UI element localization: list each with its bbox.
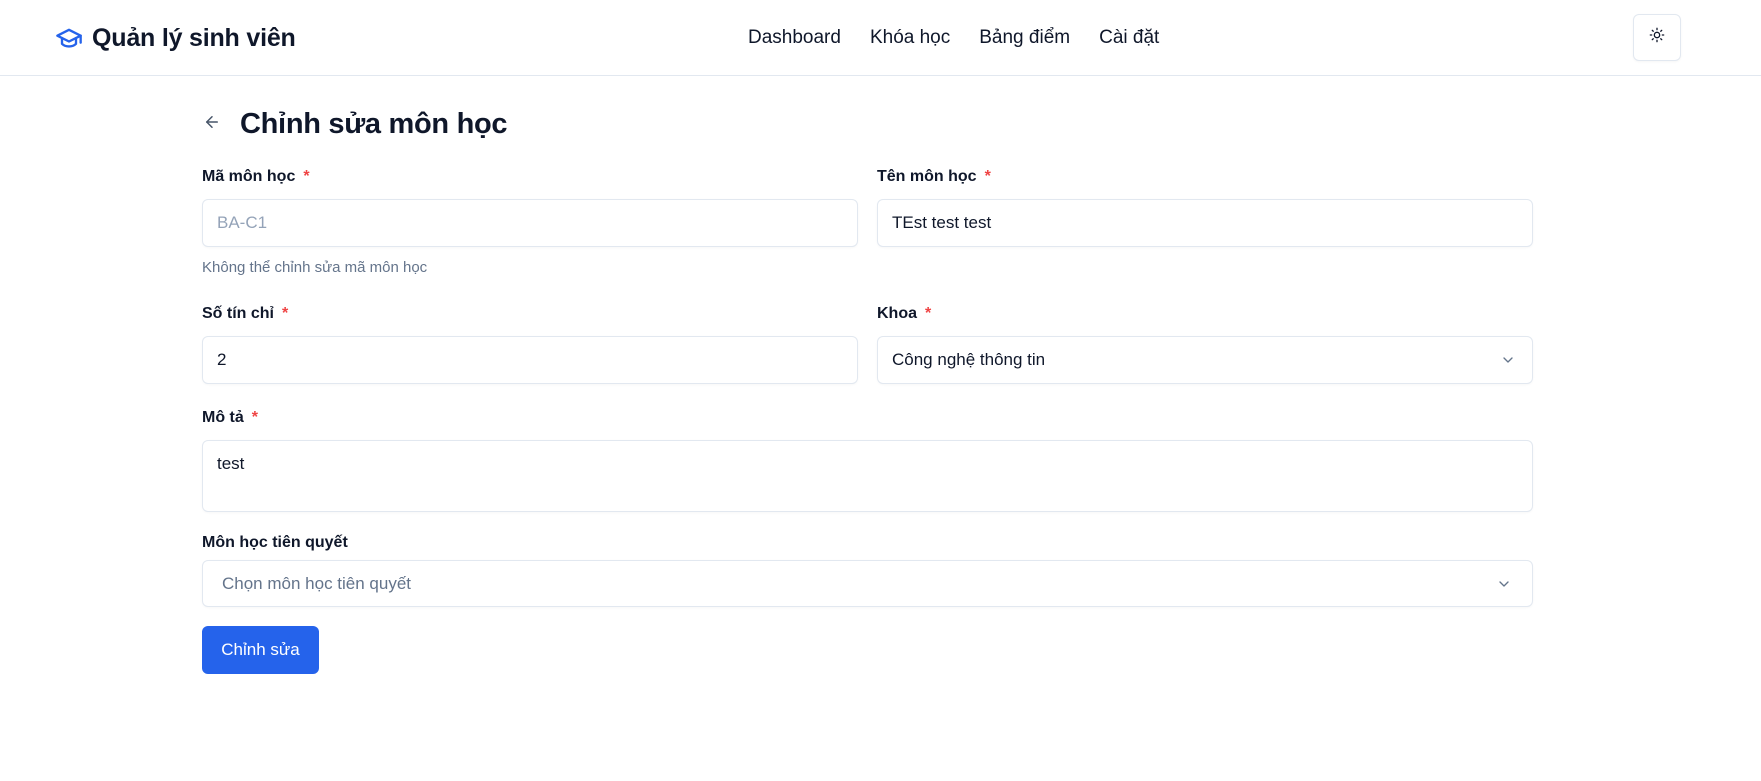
course-code-input[interactable]: BA-C1 [202,199,858,247]
course-code-help-text: Không thể chỉnh sửa mã môn học [202,259,428,276]
nav-item-grades[interactable]: Bảng điểm [979,24,1070,52]
credits-label-text: Số tín chỉ [202,305,274,322]
department-select[interactable]: Công nghệ thông tin [877,336,1533,384]
prerequisites-label-text: Môn học tiên quyết [202,534,348,551]
credits-input[interactable]: 2 [202,336,858,384]
submit-edit-button[interactable]: Chỉnh sửa [202,626,319,674]
main-nav: Dashboard Khóa học Bảng điểm Cài đặt [748,24,1159,52]
description-label-text: Mô tả [202,409,244,426]
credits-value: 2 [217,350,227,369]
prerequisites-placeholder: Chọn môn học tiên quyết [222,573,412,593]
prerequisites-select[interactable]: Chọn môn học tiên quyết [202,560,1533,607]
arrow-left-icon [203,113,221,136]
chevron-down-icon [1496,576,1512,592]
required-mark: * [251,409,259,426]
course-code-value: BA-C1 [217,213,268,232]
nav-item-courses[interactable]: Khóa học [870,24,950,52]
theme-toggle-button[interactable] [1633,14,1681,61]
graduation-cap-icon [55,24,83,52]
top-navbar: Quản lý sinh viên Dashboard Khóa học Bản… [0,0,1761,76]
nav-item-settings[interactable]: Cài đặt [1099,24,1159,52]
required-mark: * [984,168,991,185]
course-name-value: TEst test test [892,213,992,232]
department-selected-value: Công nghệ thông tin [892,350,1046,369]
course-name-label-text: Tên môn học [877,168,977,185]
sun-icon [1649,27,1665,48]
description-value: test [217,454,245,473]
nav-item-dashboard[interactable]: Dashboard [748,24,841,52]
back-button[interactable] [200,112,224,136]
department-label-text: Khoa [877,305,917,322]
required-mark: * [282,305,289,322]
course-code-label: Mã môn học * [202,166,310,188]
chevron-down-icon [1500,352,1516,368]
course-name-input[interactable]: TEst test test [877,199,1533,247]
required-mark: * [925,305,932,322]
course-code-label-text: Mã môn học [202,168,296,185]
description-label: Mô tả * [202,407,258,429]
credits-label: Số tín chỉ * [202,303,288,325]
department-label: Khoa * [877,303,931,325]
prerequisites-label: Môn học tiên quyết [202,532,348,554]
course-name-label: Tên môn học * [877,166,991,188]
required-mark: * [303,168,310,185]
brand[interactable]: Quản lý sinh viên [55,22,296,54]
description-textarea[interactable]: test [202,440,1533,512]
page-title: Chỉnh sửa môn học [240,108,508,140]
brand-title: Quản lý sinh viên [92,23,296,52]
